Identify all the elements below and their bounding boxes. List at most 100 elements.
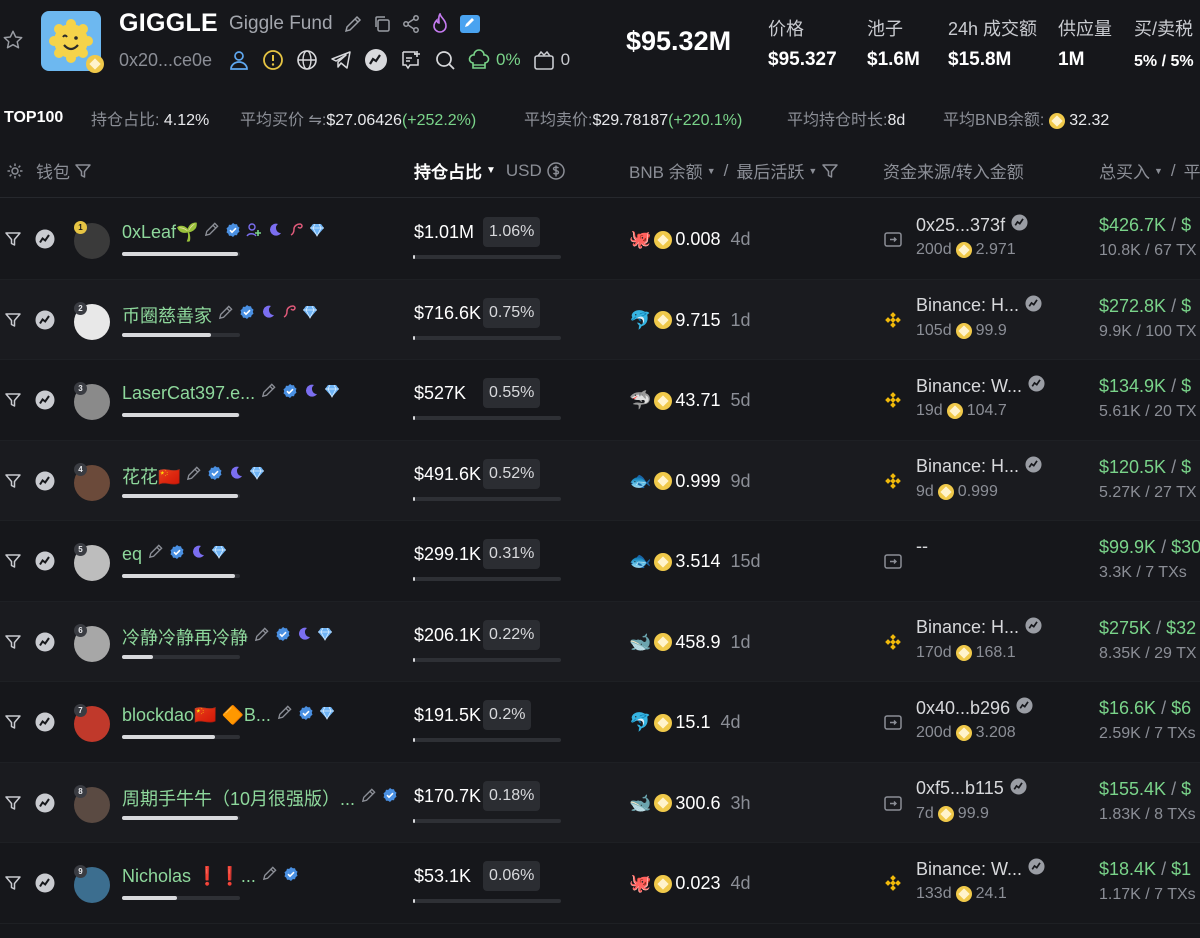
chart-link-icon[interactable] <box>35 793 55 813</box>
filter-icon[interactable] <box>4 633 22 651</box>
comment-plus-icon[interactable] <box>400 49 422 71</box>
warning-icon[interactable] <box>262 49 284 71</box>
edit-icon[interactable] <box>343 14 363 34</box>
funding-source[interactable]: Binance: W... <box>916 858 1045 880</box>
table-row[interactable]: 4 花花🇨🇳 $491.6K 0.52% 🐟 0.999 9d Binance:… <box>0 440 1200 521</box>
user-icon[interactable] <box>228 49 250 71</box>
currency-toggle-icon[interactable] <box>546 161 566 181</box>
edit-icon[interactable] <box>185 465 202 487</box>
filter-icon[interactable] <box>4 472 22 490</box>
edit-icon[interactable] <box>261 865 278 887</box>
chart-link-icon[interactable] <box>1025 616 1042 639</box>
source-name[interactable]: -- <box>916 536 928 557</box>
edit-icon[interactable] <box>217 304 234 326</box>
wallet-label[interactable]: 0xLeaf🌱 <box>122 222 198 243</box>
table-row[interactable]: 6 冷静冷静再冷静 $206.1K 0.22% 🐋 458.9 1d Binan… <box>0 601 1200 682</box>
wallet-name[interactable]: eq <box>122 543 227 565</box>
wallet-label[interactable]: 周期手牛牛（10月很强版）... <box>122 785 355 811</box>
share-icon[interactable] <box>401 14 421 34</box>
chart-link-icon[interactable] <box>35 471 55 491</box>
wallet-label[interactable]: blockdao🇨🇳 🔶B... <box>122 705 271 726</box>
sort-icon[interactable]: ▼ <box>808 166 817 176</box>
hold-ratio-column-header[interactable]: 持仓占比 ▼ USD <box>414 158 566 183</box>
chart-link-icon[interactable] <box>35 229 55 249</box>
settings-icon[interactable] <box>6 162 24 180</box>
funding-source[interactable]: Binance: H... <box>916 616 1042 639</box>
summary-label[interactable]: 平均买价 ⇋: <box>240 112 326 129</box>
chart-link-icon[interactable] <box>1010 777 1027 800</box>
filter-icon[interactable] <box>4 794 22 812</box>
chart-link-icon[interactable] <box>35 390 55 410</box>
edit-icon[interactable] <box>203 221 220 243</box>
bnb-balance-column-label[interactable]: BNB 余额 <box>629 158 703 183</box>
avg-column-label[interactable]: 平 <box>1184 158 1200 183</box>
wallet-name[interactable]: 0xLeaf🌱 <box>122 221 325 243</box>
table-row[interactable]: 1 0xLeaf🌱 $1.01M 1.06% 🐙 0.008 4d 0x25..… <box>0 199 1200 280</box>
wallet-label[interactable]: 冷静冷静再冷静 <box>122 624 248 650</box>
wallet-label[interactable]: LaserCat397.e... <box>122 383 255 404</box>
chart-link-icon[interactable] <box>35 632 55 652</box>
source-name[interactable]: Binance: W... <box>916 376 1022 397</box>
wallet-name[interactable]: 花花🇨🇳 <box>122 463 265 489</box>
last-active-column-label[interactable]: 最后活跃 <box>736 158 804 183</box>
search-icon[interactable] <box>434 49 456 71</box>
table-row[interactable]: 9 Nicholas ❗❗... $53.1K 0.06% 🐙 0.023 4d… <box>0 843 1200 924</box>
funding-source[interactable]: Binance: H... <box>916 455 1042 478</box>
source-name[interactable]: Binance: H... <box>916 456 1019 477</box>
edit-icon[interactable] <box>147 543 164 565</box>
wallet-name[interactable]: 冷静冷静再冷静 <box>122 624 333 650</box>
wallet-name[interactable]: blockdao🇨🇳 🔶B... <box>122 704 335 726</box>
source-name[interactable]: Binance: H... <box>916 295 1019 316</box>
table-row[interactable]: 3 LaserCat397.e... $527K 0.55% 🦈 43.71 5… <box>0 360 1200 441</box>
source-name[interactable]: 0x40...b296 <box>916 698 1010 719</box>
chart-link-icon[interactable] <box>364 48 388 72</box>
edit-icon[interactable] <box>253 626 270 648</box>
telegram-icon[interactable] <box>330 49 352 71</box>
edit-icon[interactable] <box>360 787 377 809</box>
chart-link-icon[interactable] <box>35 551 55 571</box>
source-name[interactable]: Binance: H... <box>916 617 1019 638</box>
wallet-name[interactable]: LaserCat397.e... <box>122 382 340 404</box>
wallet-label[interactable]: eq <box>122 544 142 565</box>
usd-toggle-label[interactable]: USD <box>506 161 542 181</box>
funding-source[interactable]: 0x25...373f <box>916 214 1028 236</box>
copy-icon[interactable] <box>372 14 392 34</box>
chart-link-icon[interactable] <box>1028 858 1045 880</box>
filter-icon[interactable] <box>4 713 22 731</box>
source-name[interactable]: Binance: W... <box>916 859 1022 880</box>
top100-tab[interactable]: TOP100 <box>4 109 63 127</box>
sort-icon[interactable]: ▼ <box>707 166 716 176</box>
funding-source[interactable]: 0xf5...b115 <box>916 777 1027 800</box>
total-buy-column-label[interactable]: 总买入 <box>1099 158 1150 183</box>
wallet-name[interactable]: 周期手牛牛（10月很强版）... <box>122 785 398 811</box>
table-row[interactable]: 8 周期手牛牛（10月很强版）... $170.7K 0.18% 🐋 300.6… <box>0 762 1200 843</box>
wallet-label[interactable]: 币圈慈善家 <box>122 302 212 328</box>
funding-source[interactable]: Binance: W... <box>916 375 1045 397</box>
filter-icon[interactable] <box>4 230 22 248</box>
flame-icon[interactable] <box>430 13 450 35</box>
chart-link-icon[interactable] <box>1016 697 1033 719</box>
filter-icon[interactable] <box>821 162 839 180</box>
sort-icon[interactable]: ▼ <box>1154 166 1163 176</box>
edit-note-icon[interactable] <box>459 14 481 34</box>
filter-icon[interactable] <box>4 552 22 570</box>
chart-link-icon[interactable] <box>35 873 55 893</box>
filter-icon[interactable] <box>74 162 92 180</box>
table-row[interactable]: 5 eq $299.1K 0.31% 🐟 3.514 15d -- $99.9K… <box>0 521 1200 602</box>
contract-address[interactable]: 0x20...ce0e <box>119 50 212 71</box>
funding-source[interactable]: -- <box>916 536 928 557</box>
wallet-name[interactable]: Nicholas ❗❗... <box>122 865 299 887</box>
chart-link-icon[interactable] <box>35 310 55 330</box>
edit-icon[interactable] <box>276 704 293 726</box>
chart-link-icon[interactable] <box>1025 455 1042 478</box>
table-row[interactable]: 2 币圈慈善家 $716.6K 0.75% 🐬 9.715 1d Binance… <box>0 279 1200 360</box>
filter-icon[interactable] <box>4 311 22 329</box>
chart-link-icon[interactable] <box>1011 214 1028 236</box>
wallet-name[interactable]: 币圈慈善家 <box>122 302 318 328</box>
hold-ratio-column-label[interactable]: 持仓占比 <box>414 158 482 183</box>
total-buy-column-header[interactable]: 总买入 ▼ / 平 <box>1099 158 1200 183</box>
wallet-label[interactable]: Nicholas ❗❗... <box>122 866 256 887</box>
chart-link-icon[interactable] <box>1028 375 1045 397</box>
filter-icon[interactable] <box>4 391 22 409</box>
funding-source[interactable]: Binance: H... <box>916 294 1042 317</box>
